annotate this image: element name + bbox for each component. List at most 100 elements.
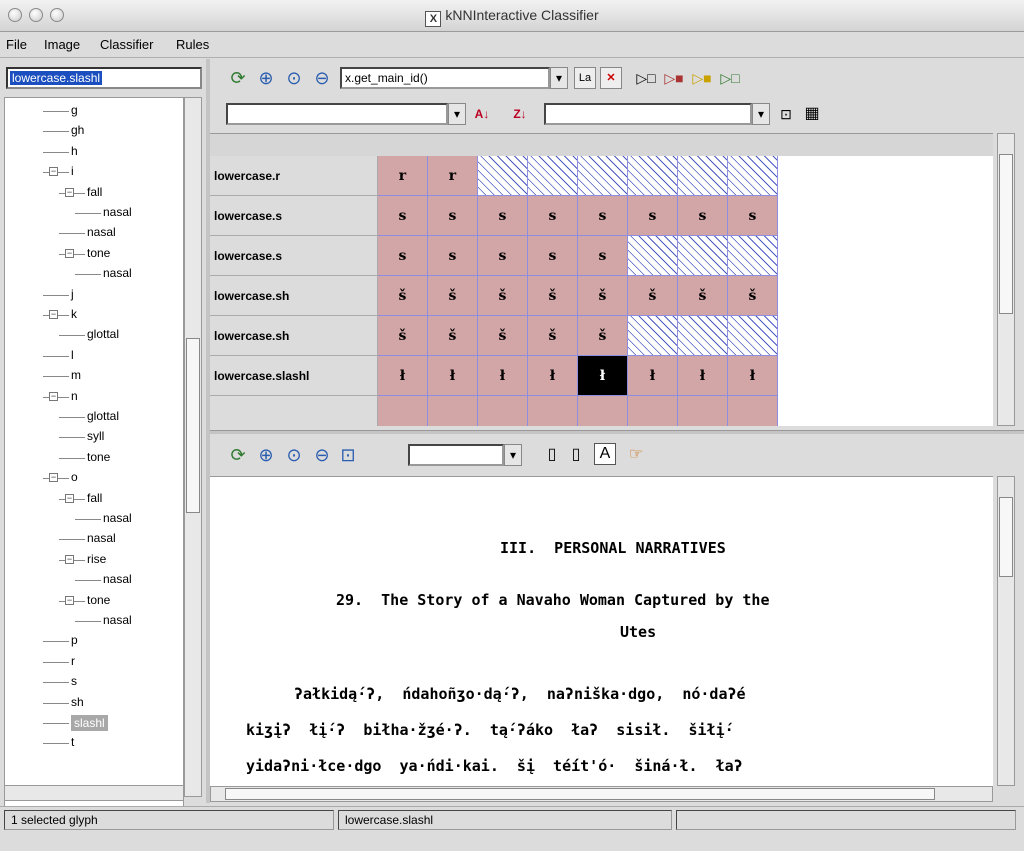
tree-node-nasal[interactable]: nasal	[103, 266, 132, 280]
tree-expander-icon[interactable]: −	[65, 554, 74, 564]
row-class-label[interactable]: lowercase.r	[210, 156, 378, 196]
glyph-cell[interactable]: ł	[478, 356, 528, 396]
glyph-cell[interactable]: s	[428, 236, 478, 276]
second-combo[interactable]	[544, 103, 752, 125]
glyph-cell[interactable]: r	[428, 156, 478, 196]
tree-node-nasal[interactable]: nasal	[103, 511, 132, 525]
glyph-cell[interactable]: s	[528, 196, 578, 236]
glyph-cell[interactable]	[628, 396, 678, 426]
refresh-icon[interactable]: ⟳	[226, 66, 250, 90]
document-zoom-combo-arrow[interactable]: ▾	[504, 444, 522, 466]
row-class-label[interactable]: lowercase.s	[210, 236, 378, 276]
glyph-cell[interactable]: š	[428, 316, 478, 356]
tree-node-nasal[interactable]: nasal	[103, 613, 132, 627]
tree-node-t[interactable]: t	[71, 735, 74, 749]
glyph-cell[interactable]: ł	[578, 356, 628, 396]
grid-scroll-thumb[interactable]	[999, 154, 1013, 314]
tree-node-nasal[interactable]: nasal	[103, 572, 132, 586]
document-scroll-thumb[interactable]	[999, 497, 1013, 577]
refresh-icon[interactable]: ⟳	[226, 443, 250, 467]
tree-node-tone[interactable]: tone	[87, 593, 110, 607]
glyph-cell[interactable]: s	[728, 196, 778, 236]
glyph-cell[interactable]: s	[578, 196, 628, 236]
tree-expander-icon[interactable]: −	[65, 187, 74, 197]
tree-node-nasal[interactable]: nasal	[87, 531, 116, 545]
tree-node-tone[interactable]: tone	[87, 246, 110, 260]
menu-rules[interactable]: Rules	[176, 37, 209, 52]
glyph-cell[interactable]: s	[378, 236, 428, 276]
glyph-cell[interactable]: s	[378, 196, 428, 236]
menu-file[interactable]: File	[6, 37, 27, 52]
tree-node-nasal[interactable]: nasal	[87, 225, 116, 239]
filter-combo[interactable]	[226, 103, 448, 125]
glyph-cell[interactable]: š	[478, 276, 528, 316]
tree-node-n[interactable]: n	[71, 389, 78, 403]
glyph-cell[interactable]: š	[678, 276, 728, 316]
glyph-cell[interactable]: š	[478, 316, 528, 356]
tree-scroll-thumb[interactable]	[186, 338, 200, 513]
document-horizontal-scrollbar[interactable]	[210, 786, 993, 802]
glyph-cell[interactable]	[478, 396, 528, 426]
tree-node-o[interactable]: o	[71, 470, 78, 484]
glyph-cell[interactable]: s	[578, 236, 628, 276]
document-hscroll-thumb[interactable]	[225, 788, 935, 800]
tree-expander-icon[interactable]: −	[65, 595, 74, 605]
tree-node-fall[interactable]: fall	[87, 185, 102, 199]
menu-image[interactable]: Image	[44, 37, 80, 52]
glyph-cell[interactable]: š	[528, 316, 578, 356]
play-red-icon[interactable]: ▷■	[662, 66, 686, 90]
tree-node-h[interactable]: h	[71, 144, 78, 158]
row-class-label[interactable]	[210, 396, 378, 426]
glyph-cell[interactable]: š	[378, 316, 428, 356]
glyph-cell[interactable]	[728, 396, 778, 426]
glyph-cell[interactable]: š	[578, 276, 628, 316]
glyph-cell[interactable]	[378, 396, 428, 426]
row-class-label[interactable]: lowercase.s	[210, 196, 378, 236]
glyph-cell[interactable]: š	[528, 276, 578, 316]
tree-node-m[interactable]: m	[71, 368, 81, 382]
tree-node-r[interactable]: r	[71, 654, 75, 668]
select-icon[interactable]: ⊡	[774, 102, 798, 126]
glyph-cell[interactable]	[678, 396, 728, 426]
glyph-cell[interactable]: r	[378, 156, 428, 196]
glyph-cell[interactable]: š	[628, 276, 678, 316]
glyph-cell[interactable]: ł	[678, 356, 728, 396]
tree-node-s[interactable]: s	[71, 674, 77, 688]
row-class-label[interactable]: lowercase.slashl	[210, 356, 378, 396]
tree-node-nasal[interactable]: nasal	[103, 205, 132, 219]
hand-pointer-icon[interactable]: ☞	[624, 443, 648, 467]
tree-expander-icon[interactable]: −	[49, 167, 58, 177]
glyph-cell[interactable]: s	[478, 196, 528, 236]
glyph-cell[interactable]: ł	[378, 356, 428, 396]
tree-node-glottal[interactable]: glottal	[87, 409, 119, 423]
filter-combo-arrow[interactable]: ▾	[448, 103, 466, 125]
tree-node-syll[interactable]: syll	[87, 429, 104, 443]
sort-ascending-icon[interactable]: A↓	[470, 102, 494, 126]
zoom-out-icon[interactable]: ⊖	[310, 66, 334, 90]
play-white-icon[interactable]: ▷□	[634, 66, 658, 90]
glyph-cell[interactable]: ł	[528, 356, 578, 396]
pages-icon[interactable]: ▯	[564, 443, 588, 467]
row-class-label[interactable]: lowercase.sh	[210, 276, 378, 316]
tree-expander-icon[interactable]: −	[49, 473, 58, 483]
document-zoom-combo[interactable]	[408, 444, 504, 466]
glyph-cell[interactable]: ł	[628, 356, 678, 396]
tree-node-rise[interactable]: rise	[87, 552, 106, 566]
tree-expander-icon[interactable]: −	[65, 493, 74, 503]
tree-node-glottal[interactable]: glottal	[87, 327, 119, 341]
document-view[interactable]: III. PERSONAL NARRATIVES 29. The Story of…	[210, 476, 993, 786]
glyph-cell[interactable]: ł	[428, 356, 478, 396]
glyph-cell[interactable]: s	[678, 196, 728, 236]
tree-node-gh[interactable]: gh	[71, 123, 84, 137]
class-search-input[interactable]: lowercase.slashl	[6, 67, 202, 89]
glyph-cell[interactable]: s	[628, 196, 678, 236]
glyph-cell[interactable]: š	[578, 316, 628, 356]
id-name-combo[interactable]: x.get_main_id()	[340, 67, 550, 89]
tree-vertical-scrollbar[interactable]	[184, 97, 202, 797]
font-icon[interactable]: A	[594, 443, 616, 465]
glyph-cell[interactable]: š	[728, 276, 778, 316]
zoom-normal-icon[interactable]: ⊙	[282, 443, 306, 467]
tree-node-k[interactable]: k	[71, 307, 77, 321]
row-class-label[interactable]: lowercase.sh	[210, 316, 378, 356]
page-icon[interactable]: ▯	[540, 443, 564, 467]
